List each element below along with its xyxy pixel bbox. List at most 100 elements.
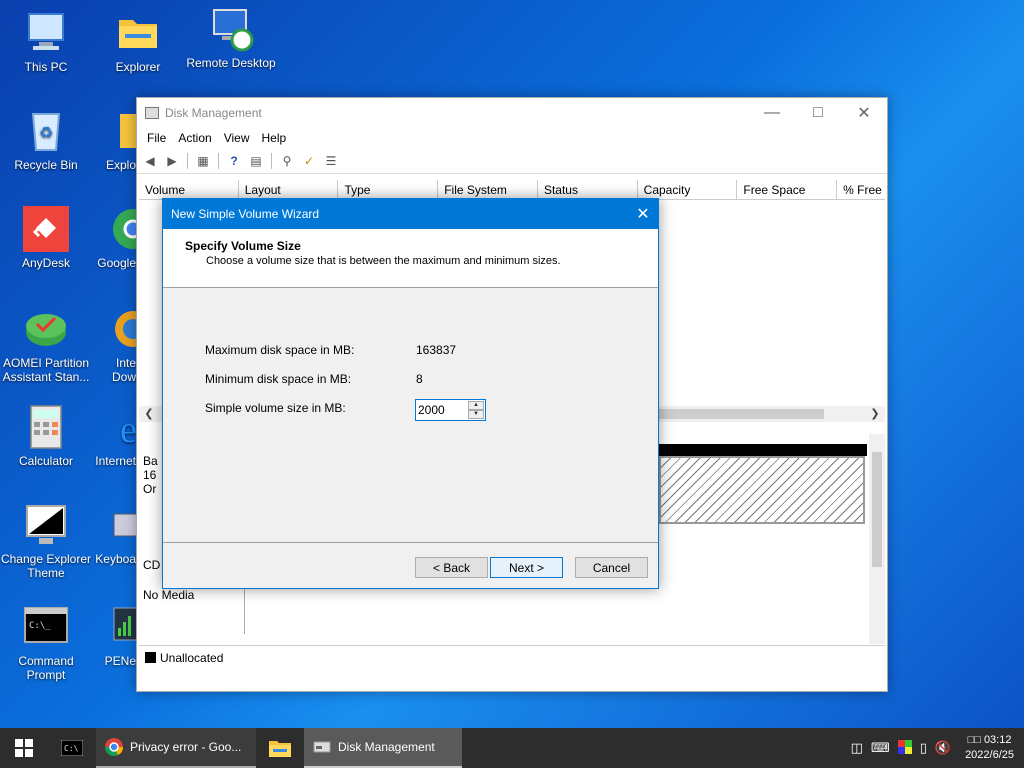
- desktop-icon-label: Keyboa: [95, 552, 136, 566]
- desktop-icon-change-explorer-theme[interactable]: Change Explorer Theme: [0, 502, 92, 580]
- desktop-icon-explorer-2[interactable]: Explo: [92, 108, 136, 172]
- back-button[interactable]: < Back: [415, 557, 488, 578]
- list-view-icon[interactable]: ☰: [322, 153, 340, 169]
- menu-help[interactable]: Help: [256, 131, 293, 145]
- command-prompt-icon: C:\: [61, 740, 83, 756]
- volume-size-input[interactable]: [416, 400, 468, 420]
- column-capacity[interactable]: Capacity: [638, 180, 738, 199]
- properties-icon[interactable]: ▤: [247, 153, 265, 169]
- toolbar-separator: [218, 152, 219, 169]
- minimize-button[interactable]: —: [749, 98, 795, 128]
- column-status[interactable]: Status: [538, 180, 638, 199]
- max-space-label: Maximum disk space in MB:: [205, 343, 355, 357]
- desktop-icon-penet[interactable]: PENe: [92, 604, 136, 668]
- desktop-icon-google[interactable]: Google: [92, 206, 136, 270]
- desktop-icon-anydesk[interactable]: AnyDesk: [0, 206, 92, 270]
- scrollbar-thumb[interactable]: [659, 409, 824, 419]
- network-icon: [110, 604, 136, 650]
- color-display-icon[interactable]: [897, 739, 912, 757]
- wizard-title: New Simple Volume Wizard: [171, 207, 320, 221]
- menu-action[interactable]: Action: [172, 131, 217, 145]
- desktop-icon-label: Inte Dow: [111, 356, 136, 384]
- desktop-icon-recycle-bin[interactable]: ♻ Recycle Bin: [0, 108, 92, 172]
- menu-file[interactable]: File: [141, 131, 172, 145]
- desktop-icon-calculator[interactable]: Calculator: [0, 404, 92, 468]
- forward-arrow-icon[interactable]: ▶: [163, 153, 181, 169]
- max-space-value: 163837: [416, 343, 457, 357]
- column-volume[interactable]: Volume: [139, 180, 239, 199]
- spin-down-icon[interactable]: ▼: [468, 410, 484, 419]
- spin-up-icon[interactable]: ▲: [468, 401, 484, 410]
- desktop-icon-label: Google: [97, 256, 136, 270]
- svg-text:♻: ♻: [39, 125, 53, 142]
- desktop-icon-label: Explo: [105, 158, 136, 172]
- toolbar: ◀ ▶ ▦ ? ▤ ⚲ ✓ ☰: [137, 148, 887, 174]
- show-hide-tree-icon[interactable]: ▦: [194, 153, 212, 169]
- desktop-icon-label: AnyDesk: [21, 256, 71, 270]
- cdrom-media: No Media: [143, 588, 195, 602]
- wizard-divider: [163, 542, 658, 543]
- desktop-icon-internet-explorer[interactable]: e Internet: [92, 404, 136, 468]
- unallocated-legend-swatch: [145, 652, 156, 663]
- desktop-icon-this-pc[interactable]: This PC: [0, 10, 92, 74]
- min-space-value: 8: [416, 372, 423, 386]
- keyboard-icon[interactable]: ⌨: [871, 740, 890, 756]
- download-icon: [110, 306, 136, 352]
- folder-icon: [120, 108, 136, 154]
- desktop-icon-aomei[interactable]: AOMEI Partition Assistant Stan...: [0, 306, 92, 384]
- connect-icon[interactable]: ⚲: [278, 153, 296, 169]
- new-simple-volume-wizard: New Simple Volume Wizard ✕ Specify Volum…: [162, 198, 659, 589]
- menu-bar: File Action View Help: [137, 128, 887, 148]
- aomei-icon: [23, 306, 69, 352]
- toolbar-separator: [187, 152, 188, 169]
- scroll-left-icon[interactable]: ❮: [141, 406, 157, 422]
- desktop-icon-keyboard[interactable]: Keyboa: [92, 502, 136, 566]
- unallocated-partition[interactable]: [659, 456, 865, 524]
- taskbar-chrome-label: Privacy error - Goo...: [130, 740, 242, 754]
- taskbar-chrome[interactable]: Privacy error - Goo...: [96, 728, 256, 768]
- windows-logo-icon: [15, 739, 33, 757]
- menu-view[interactable]: View: [218, 131, 256, 145]
- window-titlebar[interactable]: Disk Management — □ ✕: [137, 98, 887, 128]
- taskbar-disk-management-label: Disk Management: [338, 740, 435, 754]
- speaker-muted-icon[interactable]: 🔇: [935, 740, 951, 756]
- maximize-button[interactable]: □: [795, 98, 841, 128]
- column-layout[interactable]: Layout: [239, 180, 339, 199]
- desktop-icon-label: Change Explorer Theme: [0, 552, 92, 580]
- taskbar-command-prompt[interactable]: C:\: [48, 728, 96, 768]
- desktop-icon-label: Command Prompt: [18, 654, 74, 682]
- column-free-space[interactable]: Free Space: [737, 180, 838, 199]
- desktop-icon-remote-desktop[interactable]: Remote Desktop: [185, 6, 277, 70]
- anydesk-icon: [23, 206, 69, 252]
- checklist-icon[interactable]: ✓: [300, 153, 318, 169]
- next-button[interactable]: Next >: [490, 557, 563, 578]
- column-file-system[interactable]: File System: [438, 180, 538, 199]
- network-icon[interactable]: ◫: [851, 740, 863, 756]
- vertical-scrollbar[interactable]: [869, 434, 885, 644]
- desktop-icon-label: This PC: [24, 60, 68, 74]
- scrollbar-thumb[interactable]: [872, 452, 882, 567]
- start-button[interactable]: [0, 728, 48, 768]
- desktop-icon-explorer[interactable]: Explorer: [92, 10, 184, 74]
- calculator-icon: [23, 404, 69, 450]
- desktop-icon-command-prompt[interactable]: C:\_ Command Prompt: [0, 604, 92, 682]
- column-type[interactable]: Type: [338, 180, 439, 199]
- clock[interactable]: □□ 03:12 2022/6/25: [965, 733, 1014, 763]
- cancel-button[interactable]: Cancel: [575, 557, 648, 578]
- desktop-icon-internet-download[interactable]: Inte Dow: [92, 306, 136, 384]
- wizard-close-icon[interactable]: ✕: [628, 204, 658, 224]
- volume-list-header: Volume Layout Type File System Status Ca…: [139, 180, 885, 200]
- taskbar-disk-management[interactable]: Disk Management: [304, 728, 462, 768]
- scroll-right-icon[interactable]: ❯: [867, 406, 883, 422]
- help-icon[interactable]: ?: [225, 153, 243, 169]
- volume-size-stepper[interactable]: ▲ ▼: [415, 399, 486, 421]
- internet-explorer-icon: e: [110, 404, 136, 451]
- close-button[interactable]: ✕: [841, 98, 887, 128]
- column-percent-free[interactable]: % Free: [837, 180, 885, 199]
- usb-drive-icon[interactable]: ▯: [920, 740, 927, 756]
- back-arrow-icon[interactable]: ◀: [141, 153, 159, 169]
- wizard-titlebar[interactable]: New Simple Volume Wizard ✕: [163, 199, 658, 229]
- taskbar-explorer[interactable]: [256, 728, 304, 768]
- taskbar: C:\ Privacy error - Goo... Disk Manageme…: [0, 728, 1024, 768]
- monitor-theme-icon: [23, 502, 69, 548]
